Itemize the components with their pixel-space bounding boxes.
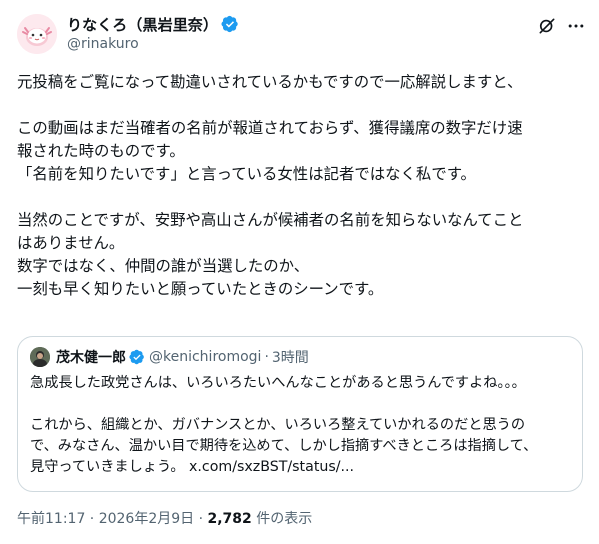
author-avatar[interactable] <box>17 14 57 54</box>
tweet-text-line: 一刻も早く知りたいと願っていたときのシーンです。 <box>17 280 384 298</box>
tweet-timestamp[interactable]: 午前11:17 · 2026年2月9日 · <box>17 511 208 527</box>
verified-badge-icon <box>221 15 238 33</box>
quoted-text-line: これから、組織とか、ガバナンスとか、いろいろ整えていかれるのだと思うの <box>30 417 526 433</box>
quoted-time[interactable]: 3時間 <box>272 347 309 367</box>
more-icon[interactable] <box>566 16 586 36</box>
quoted-separator: · <box>264 349 269 365</box>
author-display-name[interactable]: りなくろ（黒岩里奈） <box>67 14 218 35</box>
quoted-display-name[interactable]: 茂木健一郎 <box>56 347 126 367</box>
tweet: りなくろ（黒岩里奈） @rinakuro 元投稿をご覧になって勘違いされているか… <box>0 0 599 544</box>
tweet-text-line: 元投稿をご覧になって勘違いされているかもですので一応解説しますと、 <box>17 73 523 91</box>
tweet-text-line: 報された時のものです。 <box>17 142 185 160</box>
quoted-handle[interactable]: @kenichiromogi <box>149 349 261 365</box>
quoted-tweet-text: 急成長した政党さんは、いろいろたいへんなことがあると思うんですよね。。。 これか… <box>30 373 575 478</box>
tweet-text-line: この動画はまだ当確者の名前が報道されておらず、獲得議席の数字だけ速 <box>17 119 523 137</box>
views-label: 件の表示 <box>251 511 313 527</box>
quoted-text-line: 急成長した政党さんは、いろいろたいへんなことがあると思うんですよね。。。 <box>30 375 526 391</box>
tweet-text-line: 「名前を知りたいです」と言っている女性は記者ではなく私です。 <box>17 165 476 183</box>
quoted-text-line: で、みなさん、温かい目で期待を込めて、しかし指摘すべきところは指摘して、 <box>30 438 538 454</box>
tweet-text-line: 数字ではなく、仲間の誰が当選したのか、 <box>17 257 310 275</box>
tweet-text: 元投稿をご覧になって勘違いされているかもですので一応解説しますと、 この動画はま… <box>17 71 585 301</box>
verified-badge-icon <box>129 349 144 365</box>
grok-icon[interactable] <box>537 16 557 36</box>
tweet-text-line: 当然のことですが、安野や高山さんが候補者の名前を知らないなんてこと <box>17 211 524 229</box>
tweet-text-line: はありません。 <box>17 234 125 252</box>
quoted-text-line: 見守っていきましょう。 x.com/sxzBST/status/... <box>30 459 355 475</box>
quoted-tweet-card[interactable]: 茂木健一郎 @kenichiromogi · 3時間 急成長した政党さんは、いろ… <box>17 336 583 492</box>
author-handle[interactable]: @rinakuro <box>67 36 139 52</box>
tweet-meta: 午前11:17 · 2026年2月9日 · 2,782 件の表示 <box>17 508 312 528</box>
quoted-header: 茂木健一郎 @kenichiromogi · 3時間 <box>56 346 309 368</box>
tweet-text-blank <box>17 186 585 209</box>
quoted-author-avatar[interactable] <box>30 347 50 367</box>
views-count: 2,782 <box>207 511 252 527</box>
tweet-text-blank <box>17 94 585 117</box>
quoted-text-blank <box>30 394 575 415</box>
author-name-row[interactable]: りなくろ（黒岩里奈） <box>67 13 239 35</box>
